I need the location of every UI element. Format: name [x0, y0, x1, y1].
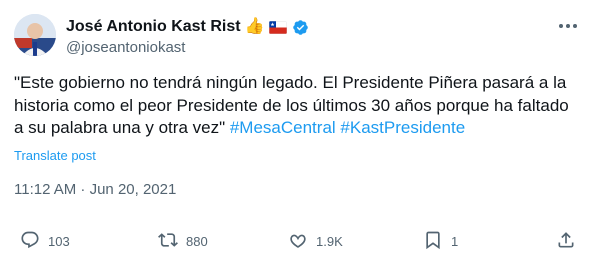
hashtag-mesacentral[interactable]: #MesaCentral — [230, 118, 336, 137]
thumbs-up-emoji: 👍 — [244, 18, 265, 35]
like-button[interactable]: 1.9K — [288, 227, 343, 255]
translate-post-link[interactable]: Translate post — [14, 148, 96, 163]
chile-flag-icon — [269, 20, 288, 34]
author-handle[interactable]: @joseantoniokast — [66, 39, 185, 56]
reply-button[interactable]: 103 — [20, 227, 70, 255]
avatar[interactable] — [14, 14, 56, 56]
bookmark-icon — [423, 230, 443, 253]
reply-icon — [20, 230, 40, 253]
author-name[interactable]: José Antonio Kast Rist — [66, 18, 241, 36]
post-timestamp[interactable]: 11:12 AM · Jun 20, 2021 — [14, 181, 176, 198]
verified-badge-icon — [292, 19, 309, 36]
action-bar: 103 880 1.9K 1 — [0, 227, 596, 255]
bookmark-button[interactable]: 1 — [423, 227, 458, 255]
reply-count: 103 — [48, 233, 70, 249]
tweet-text: "Este gobierno no tendrá ningún legado. … — [14, 72, 574, 140]
bookmark-count: 1 — [451, 233, 459, 249]
more-dots-icon — [558, 16, 578, 34]
more-options-button[interactable] — [554, 14, 582, 36]
repost-count: 880 — [186, 233, 208, 249]
repost-icon — [158, 230, 178, 253]
share-icon — [556, 230, 576, 253]
hashtag-kastpresidente[interactable]: #KastPresidente — [340, 118, 465, 137]
heart-icon — [288, 230, 308, 253]
repost-button[interactable]: 880 — [158, 227, 208, 255]
like-count: 1.9K — [316, 233, 343, 249]
share-button[interactable] — [556, 227, 576, 255]
